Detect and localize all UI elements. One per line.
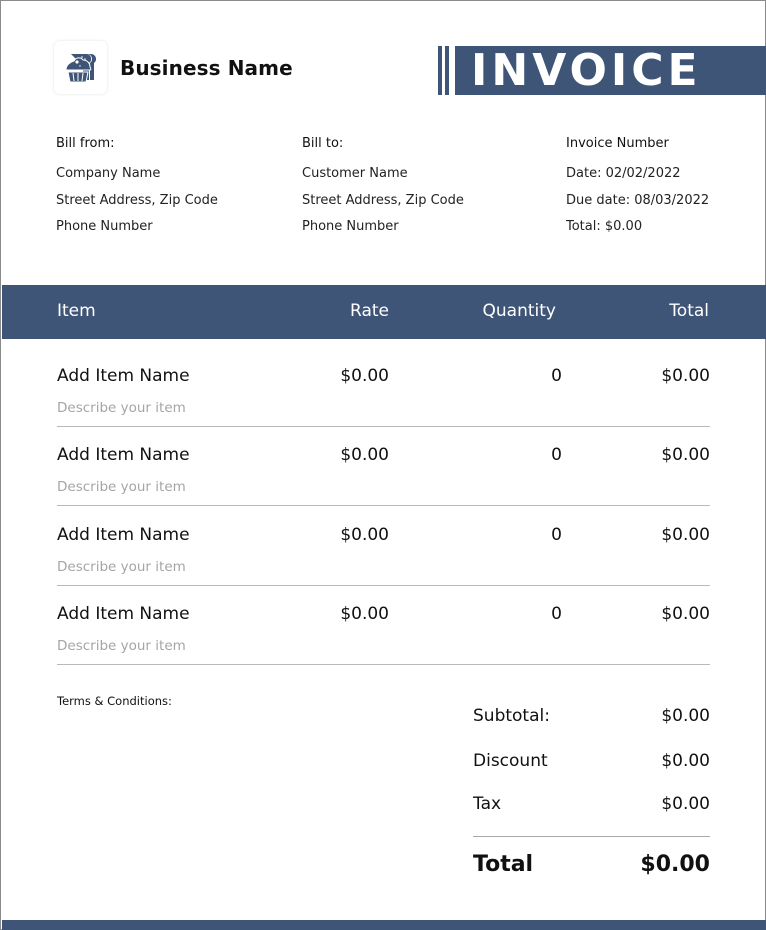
- items-table-header: Item Rate Quantity Total: [2, 285, 766, 339]
- bill-to-phone: Phone Number: [302, 219, 399, 234]
- item-description: Describe your item: [57, 638, 186, 654]
- subtotal-value: $0.00: [661, 706, 710, 726]
- bill-from-label: Bill from:: [56, 136, 115, 151]
- invoice-info-section: Invoice Number Date: 02/02/2022 Due date…: [566, 136, 709, 246]
- item-rate: $0.00: [340, 525, 389, 545]
- tax-label: Tax: [473, 794, 502, 814]
- bill-to-label: Bill to:: [302, 136, 344, 151]
- item-total: $0.00: [661, 445, 710, 465]
- bill-from-section: Bill from: Company Name Street Address, …: [56, 136, 218, 246]
- grand-total-value: $0.00: [640, 852, 710, 877]
- column-header-rate: Rate: [350, 301, 389, 321]
- banner-stripe: [438, 46, 442, 95]
- item-name: Add Item Name: [57, 525, 190, 545]
- bill-from-address: Street Address, Zip Code: [56, 192, 218, 208]
- discount-value: $0.00: [661, 751, 710, 771]
- table-row: Add Item Name Describe your item $0.00 0…: [57, 584, 710, 665]
- item-quantity: 0: [551, 445, 562, 465]
- summary-divider: [473, 836, 710, 837]
- table-row: Add Item Name Describe your item $0.00 0…: [57, 425, 710, 506]
- invoice-banner: INVOICE: [438, 46, 766, 95]
- invoice-total: Total: $0.00: [566, 219, 643, 234]
- item-name: Add Item Name: [57, 604, 190, 624]
- invoice-title: INVOICE: [455, 46, 766, 95]
- bill-from-company: Company Name: [56, 166, 161, 181]
- subtotal-label: Subtotal:: [473, 706, 550, 726]
- item-total: $0.00: [661, 366, 710, 386]
- item-quantity: 0: [551, 604, 562, 624]
- item-total: $0.00: [661, 604, 710, 624]
- invoice-due-date: Due date: 08/03/2022: [566, 192, 710, 208]
- column-header-quantity: Quantity: [482, 301, 556, 321]
- business-name: Business Name: [120, 56, 293, 80]
- banner-stripe: [445, 46, 449, 95]
- item-name: Add Item Name: [57, 366, 190, 386]
- item-total: $0.00: [661, 525, 710, 545]
- business-logo: [54, 41, 107, 94]
- bakery-icon: [64, 53, 96, 82]
- item-quantity: 0: [551, 366, 562, 386]
- item-rate: $0.00: [340, 604, 389, 624]
- invoice-date: Date: 02/02/2022: [566, 166, 681, 181]
- discount-row: Discount $0.00: [473, 751, 710, 771]
- footer-bar: [2, 920, 766, 930]
- invoice-number-label: Invoice Number: [566, 136, 669, 151]
- grand-total-label: Total: [473, 852, 534, 877]
- table-row: Add Item Name Describe your item $0.00 0…: [57, 505, 710, 586]
- grand-total-row: Total $0.00: [473, 852, 710, 877]
- item-description: Describe your item: [57, 479, 186, 495]
- tax-value: $0.00: [661, 794, 710, 814]
- subtotal-row: Subtotal: $0.00: [473, 706, 710, 726]
- bill-from-phone: Phone Number: [56, 219, 153, 234]
- bill-to-section: Bill to: Customer Name Street Address, Z…: [302, 136, 464, 246]
- item-rate: $0.00: [340, 445, 389, 465]
- terms-and-conditions-label: Terms & Conditions:: [57, 694, 172, 708]
- item-description: Describe your item: [57, 400, 186, 416]
- bill-to-address: Street Address, Zip Code: [302, 192, 464, 208]
- discount-label: Discount: [473, 751, 548, 771]
- bill-to-customer: Customer Name: [302, 166, 408, 181]
- item-name: Add Item Name: [57, 445, 190, 465]
- table-row: Add Item Name Describe your item $0.00 0…: [57, 346, 710, 427]
- item-quantity: 0: [551, 525, 562, 545]
- column-header-total: Total: [669, 301, 709, 321]
- item-rate: $0.00: [340, 366, 389, 386]
- tax-row: Tax $0.00: [473, 794, 710, 814]
- item-description: Describe your item: [57, 559, 186, 575]
- invoice-page: Business Name INVOICE Bill from: Company…: [0, 0, 766, 930]
- column-header-item: Item: [57, 301, 96, 321]
